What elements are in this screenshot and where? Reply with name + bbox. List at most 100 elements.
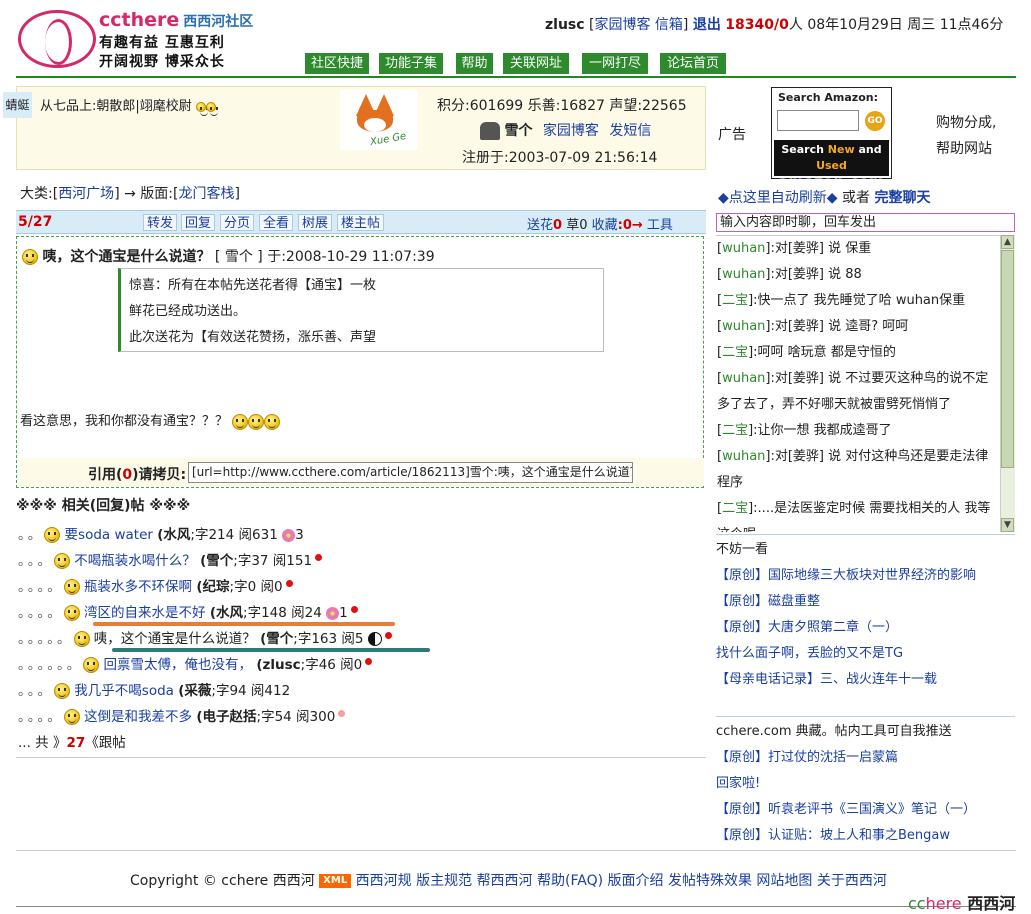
- footer-link[interactable]: 西西河规: [356, 873, 412, 889]
- frown-icon-3: [264, 413, 281, 430]
- tools-button[interactable]: 工具: [647, 218, 673, 233]
- chat-line: [wuhan]:对[姜骅] 说 88: [717, 267, 862, 282]
- smile-icon: [83, 657, 100, 673]
- cite-url-field[interactable]: [url=http://www.ccthere.com/article/1862…: [188, 462, 633, 483]
- nav-links[interactable]: 关联网址: [503, 53, 569, 74]
- scroll-up-icon[interactable]: ▲: [1001, 235, 1014, 249]
- classic-link[interactable]: 【原创】认证贴：坡上人和事之Bengaw: [716, 828, 950, 843]
- auto-refresh-link[interactable]: ◆点这里自动刷新◆: [718, 190, 838, 206]
- site-logo[interactable]: [18, 10, 96, 68]
- username[interactable]: zlusc: [545, 17, 585, 33]
- related-row: 。。。 我几乎不喝soda (采薇;字94 阅412: [18, 683, 291, 699]
- author-avatar[interactable]: Xue Ge: [340, 90, 418, 150]
- related-current-title: 咦，这个通宝是什么说道？: [93, 631, 256, 647]
- chat-scroll-thumb[interactable]: [1001, 250, 1014, 468]
- send-message-link[interactable]: 发短信: [609, 123, 651, 139]
- nav-forum-home[interactable]: 论坛首页: [660, 53, 726, 74]
- related-link[interactable]: 瓶装水多不环保啊: [84, 579, 192, 595]
- suggest-link[interactable]: 【原创】国际地缘三大板块对世界经济的影响: [716, 568, 976, 583]
- related-total: ... 共 》27《跟帖: [18, 735, 126, 751]
- footer-link[interactable]: 帮西西河: [477, 873, 533, 889]
- footer-link[interactable]: 帮助(FAQ): [537, 873, 603, 889]
- related-link[interactable]: 湾区的自来水是不好: [84, 605, 206, 621]
- nav-help[interactable]: 帮助: [456, 53, 493, 74]
- weekday: 周三: [907, 17, 936, 33]
- paginate-button[interactable]: 分页: [220, 214, 255, 231]
- nav-community[interactable]: 社区快捷: [305, 53, 369, 74]
- amazon-title: Search Amazon:: [778, 91, 878, 104]
- author-name[interactable]: 雪个: [504, 123, 532, 139]
- nav-features[interactable]: 功能子集: [379, 53, 443, 74]
- author-blog-link[interactable]: 家园博客: [543, 123, 599, 139]
- related-link[interactable]: 要soda water: [65, 527, 153, 543]
- online-zero: 0: [779, 17, 789, 33]
- forward-button[interactable]: 转发: [143, 214, 178, 231]
- full-chat-link[interactable]: 完整聊天: [874, 190, 930, 206]
- related-link[interactable]: 不喝瓶装水喝什么？: [74, 553, 196, 569]
- smile-icon: [63, 579, 80, 595]
- related-divider: [16, 757, 706, 758]
- tree-view-button[interactable]: 树展: [298, 214, 333, 231]
- suggest-link[interactable]: 【原创】磁盘重整: [716, 594, 820, 609]
- smile-icon: [63, 709, 80, 725]
- footer-link[interactable]: 关于西西河: [817, 873, 887, 889]
- section-divider: [716, 534, 1015, 535]
- amazon-search-widget: Search Amazon: GO Search New and Used am…: [771, 87, 892, 190]
- classic-link[interactable]: 【原创】打过仗的沈括一启蒙篇: [716, 750, 898, 765]
- related-link[interactable]: 我几乎不喝soda: [74, 683, 174, 699]
- user-status-bar: zlusc [家园博客 信箱] 退出 18340/0人 08年10月29日 周三…: [545, 17, 1004, 33]
- op-post-button[interactable]: 楼主帖: [337, 214, 385, 231]
- scroll-down-icon[interactable]: ▼: [1001, 518, 1014, 532]
- reply-button[interactable]: 回复: [181, 214, 216, 231]
- avatar-caption: Xue Ge: [369, 130, 408, 149]
- footer-link[interactable]: 版面介绍: [608, 873, 664, 889]
- mailbox-link[interactable]: 信箱: [655, 17, 683, 33]
- smile-icon: [44, 527, 61, 543]
- corner-watermark: cchere 西西河: [908, 894, 1016, 913]
- frown-icon: [232, 413, 249, 430]
- post-content: 看这意思，我和你都没有通宝？？？: [20, 410, 281, 430]
- suggest-link[interactable]: 【母亲电话记录】三、战火连年十一载: [716, 672, 937, 687]
- classic-link[interactable]: 【原创】听袁老评书《三国演义》笔记（一）: [716, 802, 976, 817]
- author-links: 雪个 家园博客 发短信: [480, 120, 651, 140]
- amazon-go-button[interactable]: GO: [865, 111, 885, 131]
- nav-all[interactable]: 一网打尽: [582, 53, 648, 74]
- suggest-list: 不妨一看 【原创】国际地缘三大板块对世界经济的影响 【原创】磁盘重整 【原创】大…: [716, 537, 1016, 693]
- copyright: Copyright © cchere 西西河: [130, 873, 315, 889]
- chat-line: [二宝]:让你一想 我都成逵哥了: [717, 423, 892, 438]
- suggest-link[interactable]: 找什么面子啊，丢脸的又不是TG: [716, 646, 903, 661]
- author-score: 积分:601699: [437, 98, 524, 114]
- related-link[interactable]: 回禀雪太傅，俺也没有，: [104, 657, 253, 673]
- send-flower-button[interactable]: 送花: [527, 218, 553, 233]
- smile-icon: [63, 605, 80, 621]
- breadcrumb-category[interactable]: 西河广场: [58, 186, 114, 202]
- logout-link[interactable]: 退出: [693, 17, 721, 33]
- classic-link[interactable]: 回家啦!: [716, 776, 760, 791]
- smile-icon: [54, 553, 70, 569]
- footer-link[interactable]: 网站地图: [756, 873, 812, 889]
- online-count: 18340: [725, 17, 775, 33]
- frown-icon-2: [248, 413, 265, 430]
- footer-link[interactable]: 发帖特殊效果: [668, 873, 752, 889]
- view-all-button[interactable]: 全看: [259, 214, 294, 231]
- blog-link[interactable]: 家园博客: [594, 17, 650, 33]
- breadcrumb-board[interactable]: 龙门客栈: [178, 186, 234, 202]
- post-date: ] 于:2008-10-29 11:07:39: [252, 249, 435, 265]
- amazon-banner[interactable]: Search New and Used amazon.com: [774, 140, 889, 190]
- suggest-link[interactable]: 【原创】大唐夕照第二章（一）: [716, 620, 898, 635]
- chat-line: [wuhan]:对[姜骅] 说 保重: [717, 241, 872, 256]
- favorite-button[interactable]: 收藏: [592, 218, 618, 233]
- post-author[interactable]: 雪个: [225, 249, 253, 265]
- amazon-search-input[interactable]: [777, 110, 859, 131]
- chat-input[interactable]: 输入内容即时聊，回车发出: [716, 213, 1015, 232]
- new-dot-icon: [384, 632, 392, 639]
- chat-line: [wuhan]:对[姜骅] 说 不过要灭这种鸟的说不定多了去了，弄不好哪天就被雷…: [717, 371, 989, 412]
- related-link[interactable]: 这倒是和我差不多: [84, 709, 192, 725]
- post-title: 咦，这个通宝是什么说道？: [42, 249, 211, 265]
- xml-feed-icon[interactable]: XML: [319, 874, 352, 888]
- yinyang-icon: [367, 632, 382, 646]
- flower-notice: 惊喜：所有在本帖先送花者得【通宝】一枚 鲜花已经成功送出。 此次送花为【有效送花…: [118, 268, 604, 352]
- footer-link[interactable]: 版主规范: [416, 873, 472, 889]
- ad-label: 广告: [718, 127, 746, 143]
- smile-icon: [54, 683, 70, 699]
